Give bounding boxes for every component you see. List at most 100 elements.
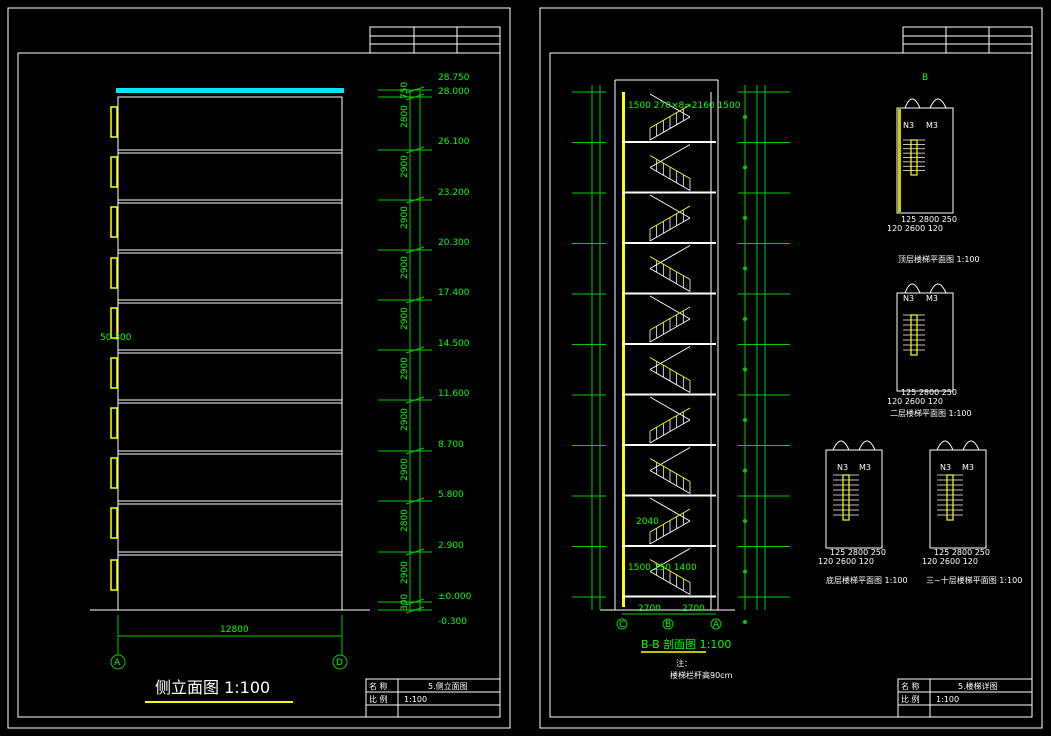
- dim-label-7: 2900: [400, 408, 410, 431]
- note-label: 注：: [676, 658, 692, 668]
- elev-label-9: 5.800: [438, 490, 464, 500]
- section-dim-mid: 2040: [636, 517, 659, 527]
- axis-b-label: B: [665, 620, 671, 630]
- left-sheet-outer-border: [7, 7, 511, 729]
- svg-text:A: A: [114, 658, 121, 668]
- left-title-block: 名 称 5.侧立面图 比 例 1:100: [365, 678, 501, 718]
- side-window: [110, 357, 118, 389]
- left-drawing-title: 侧立面图 1:100: [155, 678, 270, 697]
- svg-text:1:100: 1:100: [404, 695, 427, 704]
- elevation-building: [90, 88, 370, 611]
- plan-axis-b-top: B: [922, 73, 928, 83]
- elev-label-7: 11.600: [438, 389, 470, 399]
- svg-text:M3: M3: [926, 294, 938, 303]
- section-dimension-chains: [572, 85, 790, 624]
- elev-label-3: 23.200: [438, 188, 470, 198]
- plan-handrail: [946, 474, 954, 521]
- elevation-dimension-chain: 28.750 28.000 26.100 23.200 20.300 17.40…: [378, 73, 472, 627]
- svg-text:125 2800 250: 125 2800 250: [901, 388, 957, 397]
- svg-text:5.楼梯详图: 5.楼梯详图: [958, 681, 998, 691]
- stair-section: 1500 270×8=2160 1500 2040 1500 250 1400: [600, 79, 741, 611]
- stair-flight: [649, 144, 691, 168]
- section-dot: [743, 569, 747, 574]
- width-dimension: 12800: [117, 615, 343, 655]
- left-sheet: 28.750 28.000 26.100 23.200 20.300 17.40…: [7, 7, 511, 729]
- plan-title-4: 三~十层楼梯平面图 1:100: [926, 575, 1022, 585]
- svg-text:120 2600 120: 120 2600 120: [887, 224, 943, 233]
- dim-label-5: 2900: [400, 307, 410, 330]
- side-mark-text: 50 300: [100, 333, 132, 343]
- section-wall-left: [622, 92, 625, 607]
- note-text: 楼梯栏杆高90cm: [670, 670, 733, 680]
- section-dot: [743, 418, 747, 422]
- side-window: [110, 559, 118, 591]
- svg-text:2700: 2700: [638, 604, 661, 614]
- plan-handrail: [842, 474, 850, 521]
- width-dim-label: 12800: [220, 625, 249, 635]
- stair-flight: [649, 194, 691, 219]
- svg-text:5.侧立面图: 5.侧立面图: [428, 681, 468, 691]
- stair-plan-typical: N3 M3 125 2800 250 120 2600 120 三~十层楼梯平面…: [922, 440, 1022, 585]
- right-top-strip: [902, 26, 1033, 54]
- elev-label-12: -0.300: [438, 617, 467, 627]
- right-title-block: 名 称 5.楼梯详图 比 例 1:100: [897, 678, 1033, 718]
- side-window: [110, 407, 118, 439]
- stair-flight: [649, 295, 691, 320]
- side-window: [110, 457, 118, 489]
- side-window: [110, 206, 118, 238]
- stair-plan-ground: N3 M3 125 2800 250 120 2600 120 底层楼梯平面图 …: [818, 440, 908, 585]
- svg-text:D: D: [336, 658, 343, 668]
- stair-flight: [649, 245, 691, 269]
- section-dot: [743, 620, 747, 624]
- side-window: [110, 106, 118, 138]
- stair-plan-second: N3 M3 125 2800 250 120 2600 120 二层楼梯平面图 …: [887, 283, 972, 418]
- dim-label-3: 2900: [400, 206, 410, 229]
- plan-title-1: 顶层楼梯平面图 1:100: [898, 254, 980, 264]
- svg-text:120 2600 120: 120 2600 120: [818, 557, 874, 566]
- section-dot: [743, 115, 747, 119]
- section-dot: [743, 519, 747, 523]
- section-dot: [743, 216, 747, 220]
- stair-flight: [649, 447, 691, 471]
- axis-c-label: C: [619, 620, 625, 630]
- svg-text:比 例: 比 例: [369, 694, 388, 704]
- right-sheet: 1500 270×8=2160 1500 2040 1500 250 1400 …: [539, 7, 1043, 729]
- section-dot: [743, 317, 747, 321]
- elev-label-8: 8.700: [438, 440, 464, 450]
- section-dot: [743, 367, 747, 372]
- svg-text:120 2600 120: 120 2600 120: [887, 397, 943, 406]
- section-dim-bot: 1500 250 1400: [628, 563, 697, 573]
- svg-text:比 例: 比 例: [901, 694, 920, 704]
- svg-text:125 2800 250: 125 2800 250: [830, 548, 886, 557]
- stair-flight: [649, 396, 691, 421]
- svg-text:M3: M3: [926, 121, 938, 130]
- svg-text:N3: N3: [940, 463, 951, 472]
- side-window: [110, 507, 118, 539]
- stair-flight: [649, 346, 691, 370]
- dim-label-11: 300: [400, 594, 410, 611]
- elev-label-6: 14.500: [438, 339, 470, 349]
- elev-label-10: 2.900: [438, 541, 464, 551]
- elev-label-1: 28.000: [438, 87, 470, 97]
- section-title: B-B 剖面图 1:100: [641, 637, 731, 651]
- plan-title-3: 底层楼梯平面图 1:100: [826, 575, 908, 585]
- dim-label-8: 2900: [400, 458, 410, 481]
- svg-text:2700: 2700: [682, 604, 705, 614]
- section-dot: [743, 266, 747, 271]
- svg-text:N3: N3: [837, 463, 848, 472]
- side-window: [110, 257, 118, 289]
- dim-label-10: 2900: [400, 561, 410, 584]
- svg-text:125 2800 250: 125 2800 250: [901, 215, 957, 224]
- elev-label-5: 17.400: [438, 288, 470, 298]
- elev-label-11: ±0.000: [438, 592, 472, 602]
- elev-label-2: 26.100: [438, 137, 470, 147]
- axis-d-marker: D: [332, 654, 348, 670]
- elev-label-4: 20.300: [438, 238, 470, 248]
- svg-text:125 2800 250: 125 2800 250: [934, 548, 990, 557]
- axis-a-marker: A: [110, 654, 126, 670]
- plan-title-2: 二层楼梯平面图 1:100: [890, 408, 972, 418]
- dim-label-0: 750: [400, 82, 410, 99]
- svg-text:名 称: 名 称: [369, 681, 388, 691]
- section-dot: [743, 468, 747, 473]
- svg-text:1:100: 1:100: [936, 695, 959, 704]
